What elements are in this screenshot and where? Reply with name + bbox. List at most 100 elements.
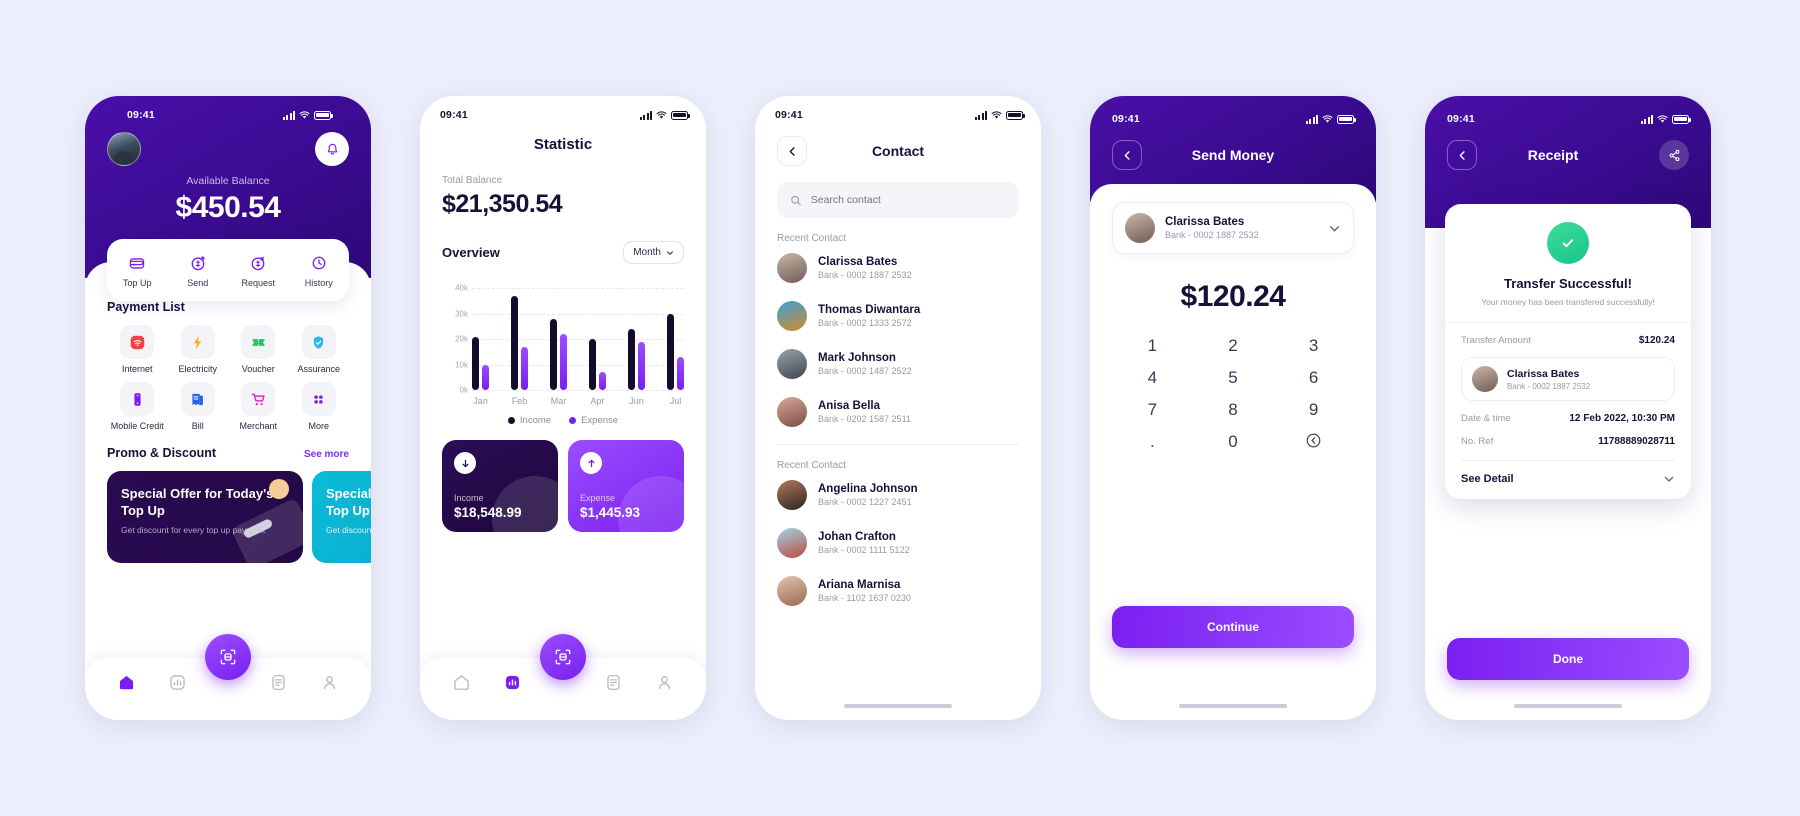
scan-icon — [220, 649, 236, 665]
payment-item-voucher[interactable]: Voucher — [228, 325, 289, 375]
nav-statistic[interactable] — [166, 671, 188, 693]
home-indicator — [1514, 704, 1622, 708]
quick-action-history[interactable]: History — [289, 252, 350, 288]
search-bar[interactable] — [777, 182, 1019, 218]
contact-row[interactable]: Anisa Bella Bank - 0202 1587 2511 — [755, 388, 1041, 436]
payment-item-more[interactable]: More — [289, 382, 350, 432]
income-card[interactable]: Income $18,548.99 — [442, 440, 558, 532]
key-0[interactable]: 0 — [1193, 432, 1274, 454]
contact-name: Thomas Diwantara — [818, 304, 921, 316]
bar-group — [589, 339, 606, 390]
key-2[interactable]: 2 — [1193, 336, 1274, 356]
nav-home[interactable] — [115, 671, 137, 693]
search-input[interactable] — [810, 194, 1006, 206]
share-button[interactable] — [1659, 140, 1689, 170]
nav-statistic[interactable] — [501, 671, 523, 693]
payment-item-label: Bill — [191, 421, 204, 432]
promo-carousel[interactable]: Special Offer for Today's Top Up Get dis… — [107, 470, 371, 563]
bar-income — [511, 295, 518, 390]
wifi-icon — [1322, 114, 1333, 122]
nav-bills[interactable] — [603, 671, 625, 693]
quick-action-send[interactable]: Send — [168, 252, 229, 288]
bell-icon — [327, 143, 337, 155]
nav-bills[interactable] — [268, 671, 290, 693]
key-3[interactable]: 3 — [1273, 336, 1354, 356]
status-icons — [1641, 114, 1691, 124]
key-1[interactable]: 1 — [1112, 336, 1193, 356]
quick-action-request[interactable]: Request — [228, 252, 289, 288]
income-expense-cards: Income $18,548.99 Expense $1,445.93 — [442, 440, 684, 532]
payment-item-assurance[interactable]: Assurance — [289, 325, 350, 375]
contact-row[interactable]: Angelina Johnson Bank - 0002 1227 2451 — [755, 471, 1041, 519]
chevron-down-icon — [667, 250, 673, 255]
all-contact-label: Recent Contact — [777, 460, 846, 471]
key-decimal[interactable]: . — [1112, 432, 1193, 454]
payment-item-bill[interactable]: Bill — [168, 382, 229, 432]
scan-icon — [555, 649, 571, 665]
nav-home[interactable] — [450, 671, 472, 693]
bar-group — [628, 328, 645, 390]
continue-button[interactable]: Continue — [1112, 606, 1354, 648]
key-7[interactable]: 7 — [1112, 400, 1193, 420]
search-icon — [791, 195, 801, 205]
bar-group — [667, 313, 684, 390]
x-tick-label: Jan — [473, 396, 488, 406]
notification-button[interactable] — [315, 132, 349, 166]
overview-bar-chart: 40k 30k 20k 10k 0k — [442, 278, 684, 395]
payment-item-electricity[interactable]: Electricity — [168, 325, 229, 375]
row-value: 11788889028711 — [1598, 436, 1675, 448]
contact-name: Anisa Bella — [818, 400, 880, 412]
chevron-down-icon[interactable] — [1328, 222, 1341, 235]
battery-icon — [671, 110, 690, 120]
signal-icon — [975, 110, 987, 120]
bar-income — [589, 339, 596, 390]
numeric-keypad: 123 456 789.0 — [1112, 336, 1354, 454]
status-time: 09:41 — [1447, 113, 1475, 125]
phone-statistic: 09:41 Statistic Total Balance $21,350.54… — [420, 96, 706, 720]
contact-row[interactable]: Johan Crafton Bank - 0002 1111 5122 — [755, 519, 1041, 567]
page-title: Send Money — [1191, 147, 1275, 163]
send-money-header: Send Money — [1112, 130, 1354, 170]
key-9[interactable]: 9 — [1273, 400, 1354, 420]
payment-list-grid: Internet Electricity Voucher Assurance M… — [107, 325, 349, 433]
key-5[interactable]: 5 — [1193, 368, 1274, 388]
key-6[interactable]: 6 — [1273, 368, 1354, 388]
contact-row[interactable]: Thomas Diwantara Bank - 0002 1333 2572 — [755, 292, 1041, 340]
see-more-link[interactable]: See more — [304, 449, 349, 460]
backspace-key[interactable] — [1273, 432, 1354, 454]
contact-row[interactable]: Mark Johnson Bank - 0002 1487 2522 — [755, 340, 1041, 388]
period-selector[interactable]: Month — [623, 241, 684, 264]
avatar[interactable] — [107, 132, 141, 166]
nav-profile[interactable] — [319, 671, 341, 693]
payment-item-merchant[interactable]: Merchant — [228, 382, 289, 432]
recipient-bank: Bank - 0002 1887 2532 — [1165, 230, 1259, 240]
key-8[interactable]: 8 — [1193, 400, 1274, 420]
status-bar: 09:41 — [420, 96, 706, 126]
see-detail-toggle[interactable]: See Detail — [1461, 460, 1675, 485]
payment-item-internet[interactable]: Internet — [107, 325, 168, 375]
signal-icon — [1641, 114, 1653, 124]
key-4[interactable]: 4 — [1112, 368, 1193, 388]
quick-action-top-up[interactable]: Top Up — [107, 252, 168, 288]
contact-name: Johan Crafton — [818, 531, 896, 543]
nav-profile[interactable] — [654, 671, 676, 693]
list-divider — [777, 444, 1019, 445]
recipient-selector[interactable]: Clarissa Bates Bank - 0002 1887 2532 — [1112, 202, 1354, 254]
legend-dot — [569, 417, 577, 424]
promo-card-secondary[interactable]: Special Offer for Today's Top Up Get dis… — [312, 470, 371, 563]
done-button[interactable]: Done — [1447, 638, 1689, 680]
contact-bank: Bank - 0002 1487 2522 — [818, 366, 912, 376]
expense-card[interactable]: Expense $1,445.93 — [568, 440, 684, 532]
contact-row[interactable]: Clarissa Bates Bank - 0002 1887 2532 — [755, 244, 1041, 292]
scan-fab-button[interactable] — [540, 634, 586, 680]
scan-fab-button[interactable] — [205, 634, 251, 680]
contact-row[interactable]: Ariana Marnisa Bank - 1102 1637 0230 — [755, 567, 1041, 615]
receipt-status-title: Transfer Successful! — [1504, 276, 1632, 291]
contact-bank: Bank - 0002 1333 2572 — [818, 318, 912, 328]
promo-card[interactable]: Special Offer for Today's Top Up Get dis… — [107, 470, 303, 563]
contact-name: Clarissa Bates — [818, 256, 898, 268]
payment-item-label: Mobile Credit — [110, 421, 164, 432]
payment-item-mobile-credit[interactable]: Mobile Credit — [107, 382, 168, 432]
bar-expense — [521, 346, 528, 390]
request-money-icon — [228, 252, 289, 274]
